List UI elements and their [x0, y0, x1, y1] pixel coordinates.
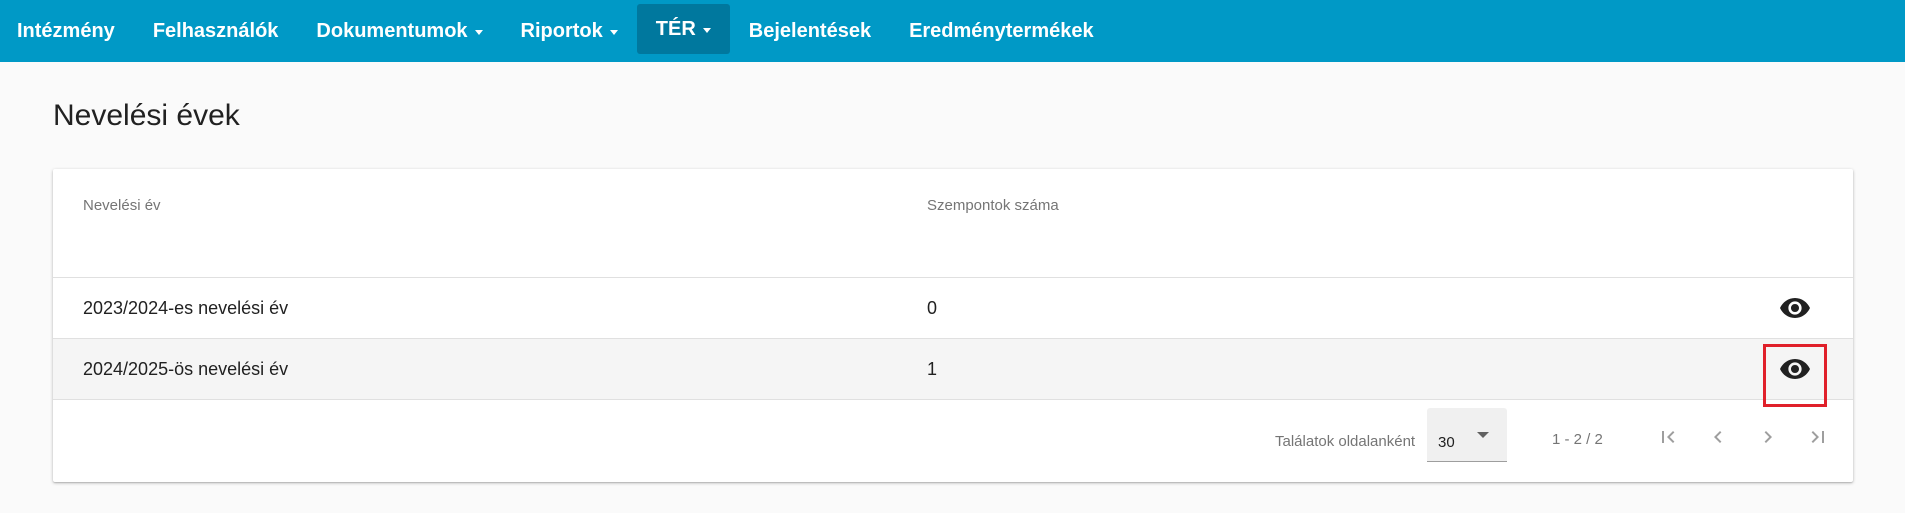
eye-icon [1780, 359, 1810, 379]
nav-item-label: Intézmény [17, 19, 115, 42]
chevron-right-icon [1764, 431, 1772, 443]
table-row: 2024/2025-ös nevelési év 1 [53, 339, 1853, 407]
per-page-label: Találatok oldalanként [1275, 433, 1416, 450]
next-page-button[interactable] [1751, 420, 1785, 454]
cell-szempontok-szama: 0 [927, 298, 938, 318]
per-page-value: 30 [1438, 434, 1455, 451]
nav-item-label: Riportok [520, 19, 603, 42]
view-button[interactable] [1780, 355, 1810, 383]
caret-down-icon [474, 29, 483, 35]
column-header-szempontok-szama: Szempontok száma [927, 197, 1059, 214]
last-page-icon [1811, 431, 1824, 443]
nav-item-label: Felhasználók [152, 19, 279, 42]
table-header-row: Nevelési év Szempontok száma [53, 169, 1853, 278]
per-page-select[interactable]: 30 [1427, 408, 1507, 462]
caret-down-icon [702, 27, 711, 33]
nav-item-label: Eredménytermékek [909, 19, 1094, 42]
page-title: Nevelési évek [53, 99, 240, 132]
paginator: Találatok oldalanként 30 1 - 2 / 2 [53, 400, 1853, 482]
cell-nevelesi-ev: 2024/2025-ös nevelési év [83, 359, 289, 379]
last-page-button[interactable] [1801, 420, 1835, 454]
nav-item-dokumentumok[interactable]: Dokumentumok [297, 0, 501, 62]
first-page-icon [1662, 431, 1675, 443]
top-navbar: Intézmény Felhasználók Dokumentumok Ripo… [0, 0, 1905, 62]
chevron-left-icon [1714, 431, 1722, 443]
first-page-button[interactable] [1651, 420, 1685, 454]
nevelesi-evek-table: Nevelési év Szempontok száma 2023/2024-e… [53, 169, 1853, 482]
nav-item-bejelentesek[interactable]: Bejelentések [730, 0, 890, 62]
caret-down-icon [609, 29, 618, 35]
page-range-label: 1 - 2 / 2 [1552, 431, 1603, 448]
nav-item-label: TÉR [655, 17, 696, 40]
nav-item-eredmenytermekek[interactable]: Eredménytermékek [890, 0, 1113, 62]
nav-item-intezmeny[interactable]: Intézmény [0, 0, 134, 62]
column-header-nevelesi-ev: Nevelési év [83, 197, 161, 214]
dropdown-arrow-icon [1477, 432, 1489, 438]
nav-item-label: Bejelentések [748, 19, 872, 42]
nav-item-riportok[interactable]: Riportok [502, 0, 637, 62]
previous-page-button[interactable] [1701, 420, 1735, 454]
eye-icon [1780, 298, 1810, 318]
nav-item-label: Dokumentumok [316, 19, 468, 42]
nav-item-felhasznalok[interactable]: Felhasználók [134, 0, 298, 62]
nav-item-ter[interactable]: TÉR [636, 4, 730, 54]
view-button[interactable] [1780, 294, 1810, 322]
table-row: 2023/2024-es nevelési év 0 [53, 278, 1853, 339]
cell-szempontok-szama: 1 [927, 359, 938, 379]
cell-nevelesi-ev: 2023/2024-es nevelési év [83, 298, 289, 318]
